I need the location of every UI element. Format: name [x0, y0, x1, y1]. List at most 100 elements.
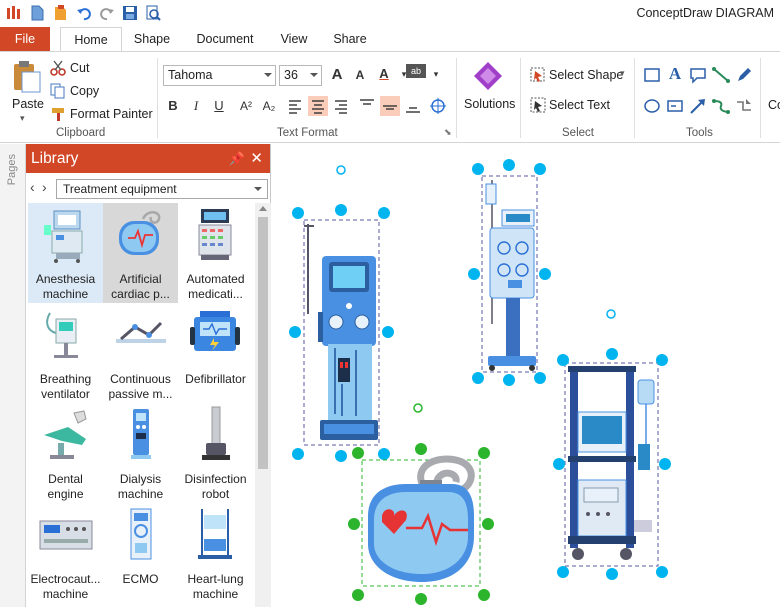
library-panel: Library 📌 ✕ ‹ › Treatment equipment Anes…: [26, 144, 271, 607]
print-preview-icon[interactable]: [144, 4, 162, 22]
font-color-icon[interactable]: A: [374, 64, 394, 84]
library-item-continuous-passive-motion[interactable]: Continuous passive m...: [103, 303, 178, 403]
pacemaker-icon: [119, 211, 161, 255]
library-item-heart-lung-machine[interactable]: Heart-lung machine: [178, 503, 253, 603]
connector-tool-icon[interactable]: [734, 96, 754, 116]
line-tool-icon[interactable]: [711, 65, 731, 85]
font-size-select[interactable]: 36: [279, 65, 322, 86]
library-item-defibrillator[interactable]: Defibrillator: [178, 303, 253, 403]
library-header: Library 📌 ✕: [26, 144, 270, 173]
grow-font-icon[interactable]: A: [327, 65, 347, 85]
library-item-automated-medication-dispenser[interactable]: Automated medicati...: [178, 203, 253, 303]
text-direction-icon[interactable]: [428, 96, 448, 116]
solutions-icon[interactable]: [472, 60, 504, 92]
highlight-dropdown-icon[interactable]: ▾: [426, 64, 446, 84]
bold-icon[interactable]: B: [163, 96, 183, 116]
cpm-device-icon: [116, 321, 166, 343]
cut-button[interactable]: Cut: [70, 61, 89, 75]
callout-tool-icon[interactable]: [688, 65, 708, 85]
underline-icon[interactable]: U: [209, 96, 229, 116]
library-item-anesthesia-machine[interactable]: Anesthesia machine: [28, 203, 103, 303]
previous-library-icon[interactable]: ‹: [30, 179, 35, 195]
pages-panel-tab[interactable]: Pages: [0, 144, 26, 607]
ecmo-icon: [130, 508, 152, 560]
ellipse-tool-icon[interactable]: [642, 96, 662, 116]
library-item-label: machine: [42, 287, 89, 301]
align-top-icon[interactable]: [357, 96, 377, 116]
library-item-artificial-cardiac-pacemaker[interactable]: Artificial cardiac p...: [103, 203, 178, 303]
library-item-label: Defibrillator: [185, 372, 246, 386]
close-icon[interactable]: ✕: [250, 144, 263, 173]
dialysis-machine-icon: [131, 409, 151, 459]
library-item-label: Dialysis: [119, 472, 162, 486]
select-shape-button[interactable]: Select Shape: [549, 68, 623, 82]
scroll-up-icon[interactable]: [259, 206, 267, 211]
connector-group-cut-label[interactable]: Co: [768, 98, 780, 112]
rotate-handle-icon[interactable]: [606, 309, 616, 319]
library-item-disinfection-robot[interactable]: Disinfection robot: [178, 403, 253, 503]
curve-connector-icon[interactable]: [711, 96, 731, 116]
rectangle-tool-icon[interactable]: [642, 65, 662, 85]
library-item-breathing-ventilator[interactable]: Breathing ventilator: [28, 303, 103, 403]
align-bottom-icon[interactable]: [403, 96, 423, 116]
rotate-handle-icon[interactable]: [336, 165, 346, 175]
paste-dropdown-icon[interactable]: ▾: [20, 113, 25, 124]
library-item-dialysis-machine[interactable]: Dialysis machine: [103, 403, 178, 503]
copy-button[interactable]: Copy: [70, 84, 99, 98]
canvas-shape-ecmo[interactable]: [481, 175, 538, 373]
solutions-button[interactable]: Solutions: [464, 97, 515, 111]
paste-icon[interactable]: [8, 58, 44, 94]
library-scrollbar[interactable]: [255, 203, 271, 607]
select-shape-icon: [530, 67, 546, 83]
tab-share[interactable]: Share: [326, 27, 374, 52]
tab-home[interactable]: Home: [60, 27, 122, 53]
undo-icon[interactable]: [75, 4, 93, 22]
font-family-select[interactable]: Tahoma: [163, 65, 276, 86]
library-select[interactable]: Treatment equipment: [56, 179, 268, 199]
redo-icon[interactable]: [98, 4, 116, 22]
library-item-ecmo[interactable]: ECMO: [103, 503, 178, 603]
clipboard-group-label: Clipboard: [56, 127, 106, 139]
copy-icon: [50, 83, 66, 99]
scrollbar-thumb[interactable]: [258, 217, 268, 469]
paste-button[interactable]: Paste: [12, 97, 44, 111]
select-shape-dropdown-icon[interactable]: ▾: [620, 68, 625, 79]
library-item-label: Dental: [48, 472, 83, 486]
text-box-tool-icon[interactable]: [665, 96, 685, 116]
library-item-electrocautery-machine[interactable]: Electrocaut... machine: [28, 503, 103, 603]
next-library-icon[interactable]: ›: [42, 179, 47, 195]
canvas-shape-pacemaker[interactable]: [361, 403, 481, 587]
rotate-handle-icon[interactable]: [413, 403, 423, 413]
tab-view[interactable]: View: [272, 27, 316, 52]
text-format-launcher-icon[interactable]: ⬊: [444, 127, 452, 138]
align-right-icon[interactable]: [331, 96, 351, 116]
canvas-shape-dialysis-machine[interactable]: [303, 219, 380, 446]
shrink-font-icon[interactable]: A: [350, 65, 370, 85]
save-icon[interactable]: [121, 4, 139, 22]
new-document-icon[interactable]: [28, 4, 46, 22]
align-left-icon[interactable]: [285, 96, 305, 116]
format-painter-button[interactable]: Format Painter: [70, 107, 153, 121]
pen-tool-icon[interactable]: [734, 65, 754, 85]
drawing-canvas[interactable]: [272, 144, 780, 607]
library-item-dental-engine[interactable]: Dental engine: [28, 403, 103, 503]
tab-document[interactable]: Document: [190, 27, 260, 52]
library-item-label: Artificial: [119, 272, 162, 286]
select-text-button[interactable]: Select Text: [549, 98, 610, 112]
tab-shape[interactable]: Shape: [126, 27, 178, 52]
title-bar: ConceptDraw DIAGRAM: [0, 0, 780, 27]
open-document-icon[interactable]: [52, 4, 70, 22]
align-center-icon[interactable]: [308, 96, 328, 116]
subscript-icon[interactable]: A₂: [259, 96, 279, 116]
pin-icon[interactable]: 📌: [229, 144, 245, 173]
library-select-value: Treatment equipment: [63, 182, 177, 196]
ribbon: Paste ▾ Cut Copy Format Painter Clipboar…: [0, 51, 780, 143]
library-item-label: passive m...: [108, 387, 173, 401]
text-tool-icon[interactable]: A: [665, 64, 685, 84]
italic-icon[interactable]: I: [186, 96, 206, 116]
superscript-icon[interactable]: A²: [236, 96, 256, 116]
tab-file[interactable]: File: [0, 27, 50, 52]
highlight-icon[interactable]: ab: [406, 64, 426, 78]
align-middle-icon[interactable]: [380, 96, 400, 116]
arrow-tool-icon[interactable]: [688, 96, 708, 116]
